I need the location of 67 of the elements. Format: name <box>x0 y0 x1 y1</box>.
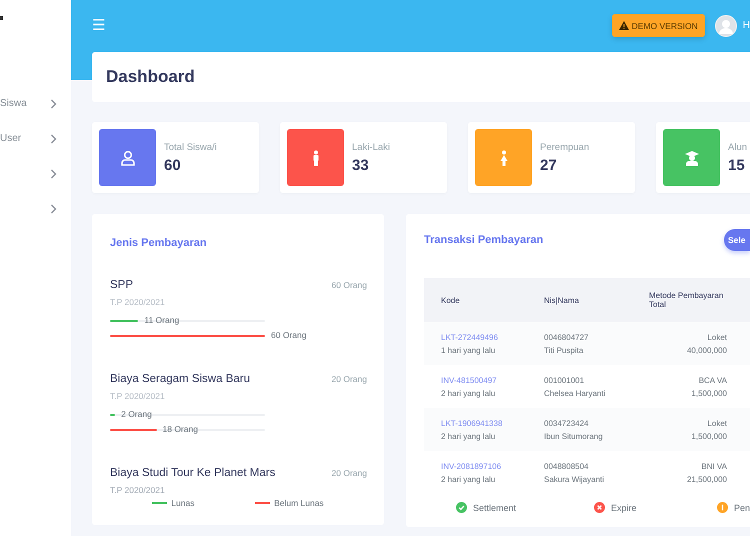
stat-label: Laki-Laki <box>352 142 390 152</box>
payment-name: SPP <box>110 279 134 291</box>
user-name[interactable]: H <box>742 20 750 31</box>
payment-name: Biaya Studi Tour Ke Planet Mars <box>110 467 276 479</box>
column-header: Nis|Nama <box>544 278 649 322</box>
table-cell-text: 1 hari yang lalu <box>441 344 496 356</box>
table-cell-text: Loket <box>706 332 727 344</box>
stat-label: Alun <box>728 142 748 152</box>
payment-name: Biaya Seragam Siswa Baru <box>110 373 250 385</box>
table-cell-text: 1,500,000 <box>690 388 727 400</box>
stat-value: 15 <box>728 156 746 174</box>
stat-value: 27 <box>540 156 558 174</box>
column-header: Metode Pembayaran <box>649 291 724 300</box>
table-cell-text: Ibun Situmorang <box>544 430 604 442</box>
sidebar-item[interactable]: User <box>0 121 71 156</box>
table-cell-text: 001001001 <box>544 374 586 386</box>
invoice-link[interactable]: INV-2081897106 <box>441 460 544 472</box>
table-cell-text: 2 hari yang lalu <box>441 430 496 442</box>
invoice-link[interactable]: LKT-1906941338 <box>441 416 544 430</box>
table-cell-text: 0034723424 <box>544 418 590 430</box>
logo-icon <box>0 16 3 20</box>
select-button[interactable]: Sele <box>724 229 750 251</box>
table-cell-text: 0048808504 <box>544 460 590 472</box>
stat-value: 33 <box>352 156 370 174</box>
table-cell-text: 0046804727 <box>544 332 590 344</box>
page-title: Dashboard <box>106 67 195 87</box>
payment-total: 60 Orang <box>332 280 367 290</box>
payment-period: T.P 2020/2021 <box>110 391 166 401</box>
sidebar-item[interactable]: Siswa <box>0 86 71 121</box>
payment-period: T.P 2020/2021 <box>110 297 166 307</box>
payment-total: 20 Orang <box>332 468 367 478</box>
status-label: Expire <box>611 502 637 512</box>
legend-label: Belum Lunas <box>274 498 324 508</box>
table-cell-text: 1,500,000 <box>690 430 727 442</box>
status-label: Settlement <box>473 502 516 512</box>
stat-label: Perempuan <box>540 142 590 152</box>
progress-label: 60 Orang <box>271 330 306 340</box>
progress-label: 11 Orang <box>144 315 180 325</box>
table-cell-text: Loket <box>706 418 727 430</box>
table-cell-text: 2 hari yang lalu <box>441 474 496 486</box>
table-cell-text: Titi Puspita <box>544 344 584 356</box>
table-cell-text: 2 hari yang lalu <box>441 388 496 400</box>
demo-badge: DEMO VERSION <box>612 14 705 37</box>
invoice-link[interactable]: LKT-272449496 <box>441 330 544 344</box>
panel-title: Transaksi Pembayaran <box>424 234 544 246</box>
stat-value: 60 <box>164 156 182 174</box>
stat-label: Total Siswa/i <box>164 142 217 152</box>
graduate-icon <box>684 150 700 166</box>
avatar-icon[interactable] <box>714 14 737 36</box>
user-icon <box>120 150 136 166</box>
progress-label: 2 Orang <box>121 409 152 419</box>
table-cell-text: 21,500,000 <box>686 474 727 486</box>
invoice-link[interactable]: INV-481500497 <box>441 374 544 386</box>
table-cell-text: 40,000,000 <box>686 344 727 356</box>
column-header: Kode <box>424 278 544 322</box>
table-cell-text: Sakura Wijayanti <box>544 474 606 486</box>
table-cell-text: BCA VA <box>698 374 727 386</box>
status-label: Pen <box>734 502 750 512</box>
warning-icon <box>618 21 629 30</box>
column-header: Total <box>649 300 667 309</box>
progress-label: 18 Orang <box>162 424 198 434</box>
table-cell-text: BNI VA <box>700 460 727 472</box>
panel-title: Jenis Pembayaran <box>110 237 207 249</box>
payment-total: 20 Orang <box>332 374 367 384</box>
legend-label: Lunas <box>171 498 194 508</box>
payment-period: T.P 2020/2021 <box>110 485 166 495</box>
table-cell-text: Chelsea Haryanti <box>544 388 606 400</box>
